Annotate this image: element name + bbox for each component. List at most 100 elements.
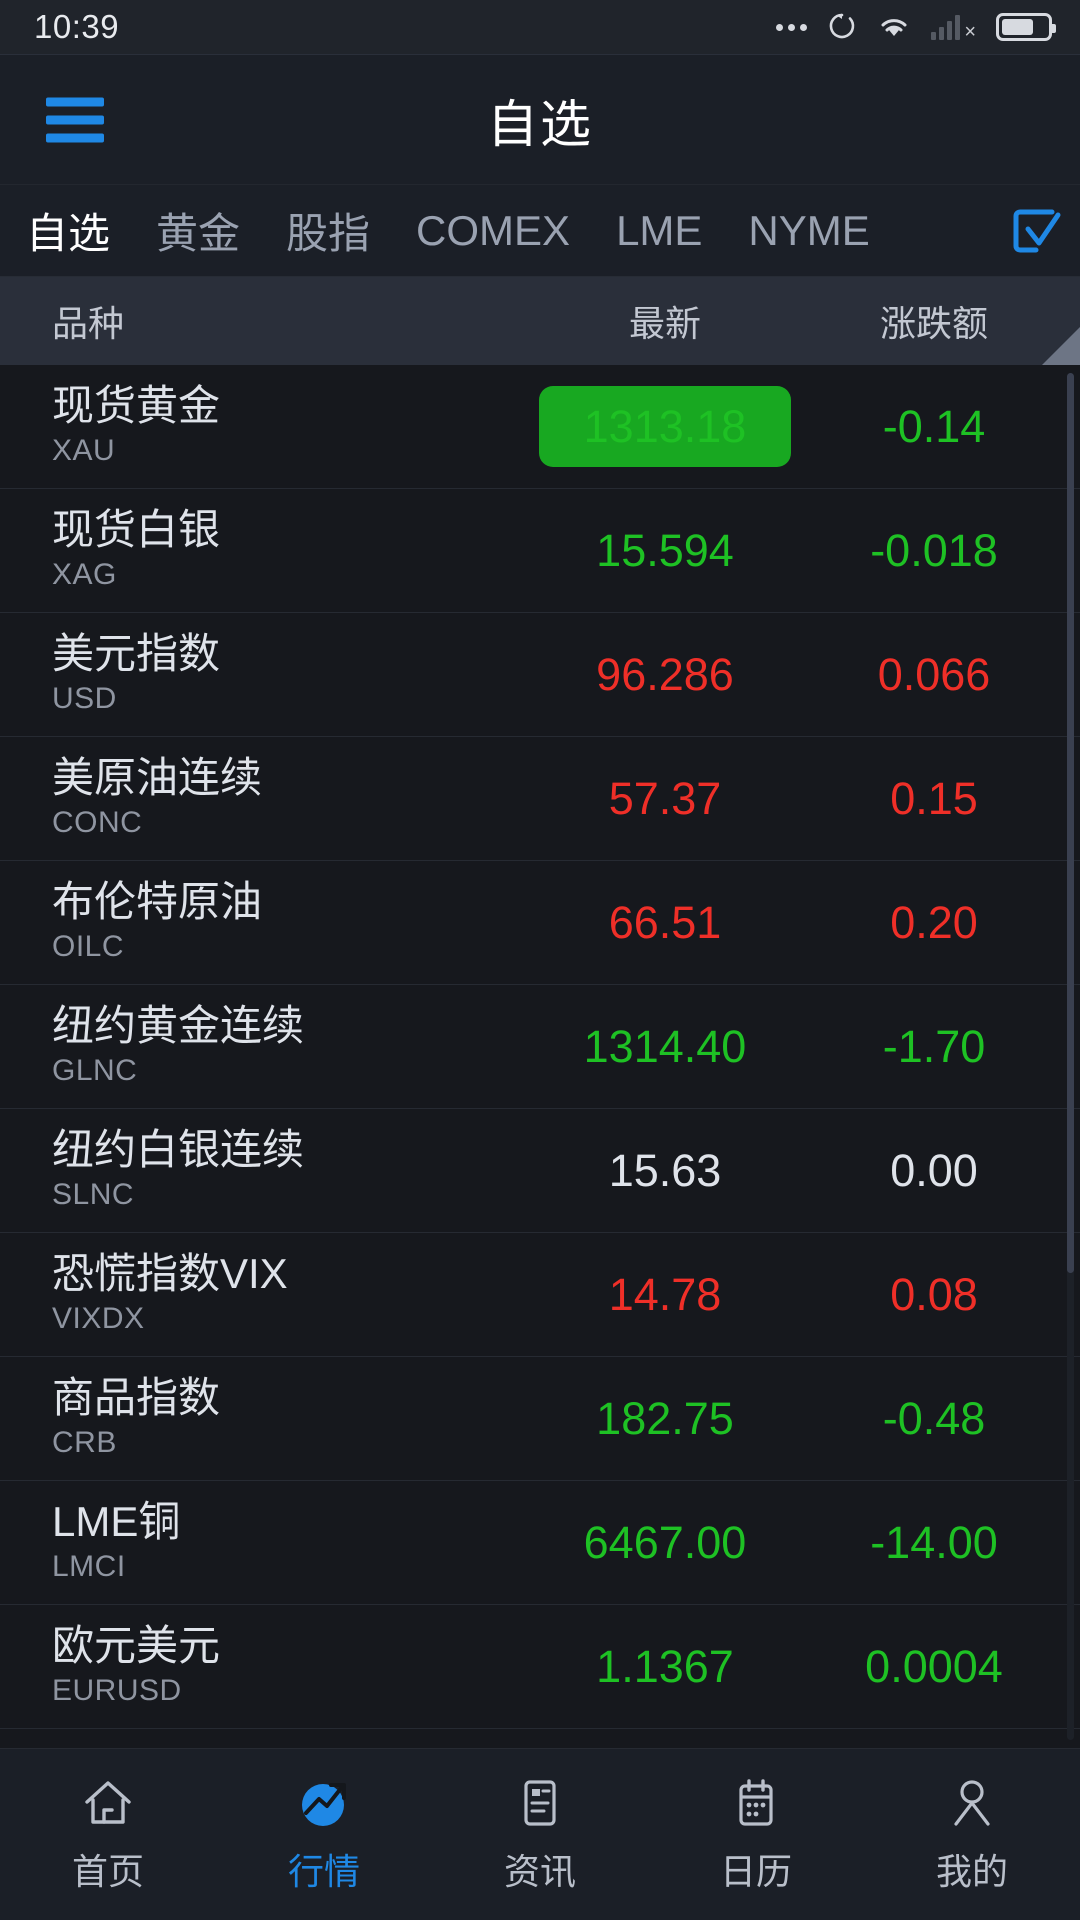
- quote-change: -0.018: [870, 524, 998, 576]
- quote-change-cell: -0.14: [810, 401, 1080, 453]
- nav-item-news[interactable]: 资讯: [432, 1774, 648, 1895]
- hamburger-menu-icon[interactable]: [46, 97, 104, 142]
- quote-name-cell: 纽约白银连续 SLNC: [0, 1125, 520, 1213]
- nav-item-market[interactable]: 行情: [216, 1774, 432, 1895]
- quote-change: -14.00: [870, 1516, 998, 1568]
- quote-last-cell: 182.75: [520, 1393, 810, 1445]
- quote-change-cell: -0.018: [810, 525, 1080, 577]
- category-tabbar[interactable]: 自选 黄金 股指 COMEX LME NYME: [0, 185, 1080, 277]
- status-bar: 10:39 ×: [0, 0, 1080, 55]
- calendar-icon: [727, 1774, 785, 1832]
- tab-guzhi[interactable]: 股指: [286, 200, 370, 261]
- nav-item-calendar[interactable]: 日历: [648, 1774, 864, 1895]
- table-row[interactable]: 欧元美元 EURUSD 1.1367 0.0004: [0, 1605, 1080, 1729]
- quote-last: 57.37: [608, 772, 722, 824]
- table-row[interactable]: 现货黄金 XAU 1313.18 -0.14: [0, 365, 1080, 489]
- scrollbar-thumb[interactable]: [1067, 373, 1074, 1273]
- quote-name-cell: 欧元美元 EURUSD: [0, 1621, 520, 1709]
- quote-list[interactable]: 现货黄金 XAU 1313.18 -0.14 现货白银 XAG 15.594 -0.018 美元…: [0, 365, 1080, 1748]
- nav-item-profile[interactable]: 我的: [864, 1774, 1080, 1895]
- table-row[interactable]: 纽约黄金连续 GLNC 1314.40 -1.70: [0, 985, 1080, 1109]
- quote-last: 182.75: [596, 1392, 734, 1444]
- quote-name: 美元指数: [52, 629, 221, 677]
- quote-name: 欧元美元: [52, 1621, 221, 1669]
- quote-name-cell: 布伦特原油 OILC: [0, 877, 520, 965]
- table-column-header: 品种 最新 涨跌额: [0, 277, 1080, 365]
- quote-change-cell: 0.066: [810, 649, 1080, 701]
- quote-code: CRB: [52, 1426, 117, 1460]
- column-header-last[interactable]: 最新: [520, 295, 810, 347]
- quote-last: 96.286: [596, 648, 734, 700]
- table-row[interactable]: 美元指数 USD 96.286 0.066: [0, 613, 1080, 737]
- quote-last-cell: 15.63: [520, 1145, 810, 1197]
- quote-change-cell: 0.15: [810, 773, 1080, 825]
- quote-name: 纽约白银连续: [52, 1125, 305, 1173]
- quote-code: EURUSD: [52, 1674, 182, 1708]
- quote-change: -0.14: [882, 400, 986, 452]
- quote-change: 0.0004: [865, 1640, 1003, 1692]
- quote-last: 14.78: [608, 1268, 722, 1320]
- quote-last: 15.63: [608, 1144, 722, 1196]
- quote-last-cell: 14.78: [520, 1269, 810, 1321]
- tab-zixuan[interactable]: 自选: [26, 200, 110, 261]
- quote-code: GLNC: [52, 1054, 138, 1088]
- quote-name: LME铜: [52, 1497, 181, 1545]
- quote-change: 0.15: [890, 772, 978, 824]
- quote-last-cell: 1313.18: [520, 386, 810, 467]
- quote-code: XAG: [52, 558, 117, 592]
- news-icon: [511, 1774, 569, 1832]
- signal-bars-icon: ×: [931, 14, 976, 42]
- more-dots-icon: [776, 23, 807, 31]
- quote-name-cell: 美原油连续 CONC: [0, 753, 520, 841]
- quote-last: 6467.00: [583, 1516, 747, 1568]
- table-row[interactable]: 纽约白银连续 SLNC 15.63 0.00: [0, 1109, 1080, 1233]
- quote-code: SLNC: [52, 1178, 135, 1212]
- quote-last: 1314.40: [583, 1020, 747, 1072]
- app-root: 10:39 × 自选 自选 黄金 股指 COMEX LME NYME 品种 最新…: [0, 0, 1080, 1920]
- status-time: 10:39: [34, 8, 120, 45]
- quote-name-cell: 纽约黄金连续 GLNC: [0, 1004, 520, 1089]
- nav-label-market: 行情: [287, 1851, 360, 1892]
- expand-corner-icon[interactable]: [1042, 327, 1080, 365]
- profile-icon: [943, 1774, 1001, 1832]
- quote-name-cell: LME铜 LMCI: [0, 1497, 520, 1585]
- quote-name-cell: 现货黄金 XAU: [0, 381, 520, 469]
- column-header-change[interactable]: 涨跌额: [810, 295, 1080, 347]
- quote-change: 0.08: [890, 1268, 978, 1320]
- market-chart-icon: [295, 1774, 353, 1832]
- quote-name: 现货黄金: [52, 381, 221, 429]
- quote-change-cell: -1.70: [810, 1021, 1080, 1073]
- quote-last-highlight: 1313.18: [539, 386, 791, 467]
- quote-last-cell: 6467.00: [520, 1517, 810, 1569]
- table-row[interactable]: 布伦特原油 OILC 66.51 0.20: [0, 861, 1080, 985]
- quote-name: 布伦特原油: [52, 877, 263, 925]
- quote-last-cell: 96.286: [520, 649, 810, 701]
- quote-change-cell: 0.08: [810, 1269, 1080, 1321]
- status-icons: ×: [776, 12, 1056, 42]
- quote-change: 0.00: [890, 1144, 978, 1196]
- tab-nymex[interactable]: NYME: [748, 207, 869, 255]
- quote-code: CONC: [52, 806, 143, 840]
- column-header-name[interactable]: 品种: [0, 295, 520, 347]
- tab-lme[interactable]: LME: [616, 207, 702, 255]
- quote-code: OILC: [52, 930, 125, 964]
- wifi-icon: [877, 13, 911, 41]
- bottom-navigation[interactable]: 首页 行情 资讯 日历 我的: [0, 1748, 1080, 1920]
- quote-code: USD: [52, 682, 117, 716]
- table-row[interactable]: 现货白银 XAG 15.594 -0.018: [0, 489, 1080, 613]
- tab-huangjin[interactable]: 黄金: [156, 200, 240, 261]
- table-row[interactable]: 美原油连续 CONC 57.37 0.15: [0, 737, 1080, 861]
- table-row[interactable]: 恐慌指数VIX VIXDX 14.78 0.08: [0, 1233, 1080, 1357]
- quote-name: 美原油连续: [52, 753, 263, 801]
- nav-item-home[interactable]: 首页: [0, 1774, 216, 1895]
- quote-change-cell: 0.20: [810, 897, 1080, 949]
- quote-last: 15.594: [596, 524, 734, 576]
- tab-comex[interactable]: COMEX: [416, 207, 570, 255]
- table-row[interactable]: 商品指数 CRB 182.75 -0.48: [0, 1357, 1080, 1481]
- nav-label-home: 首页: [71, 1851, 144, 1892]
- table-row[interactable]: LME铜 LMCI 6467.00 -14.00: [0, 1481, 1080, 1605]
- quote-name: 现货白银: [52, 505, 221, 553]
- quote-last-cell: 15.594: [520, 525, 810, 577]
- checkbox-check-icon[interactable]: [1006, 202, 1064, 260]
- nav-label-news: 资讯: [503, 1851, 576, 1892]
